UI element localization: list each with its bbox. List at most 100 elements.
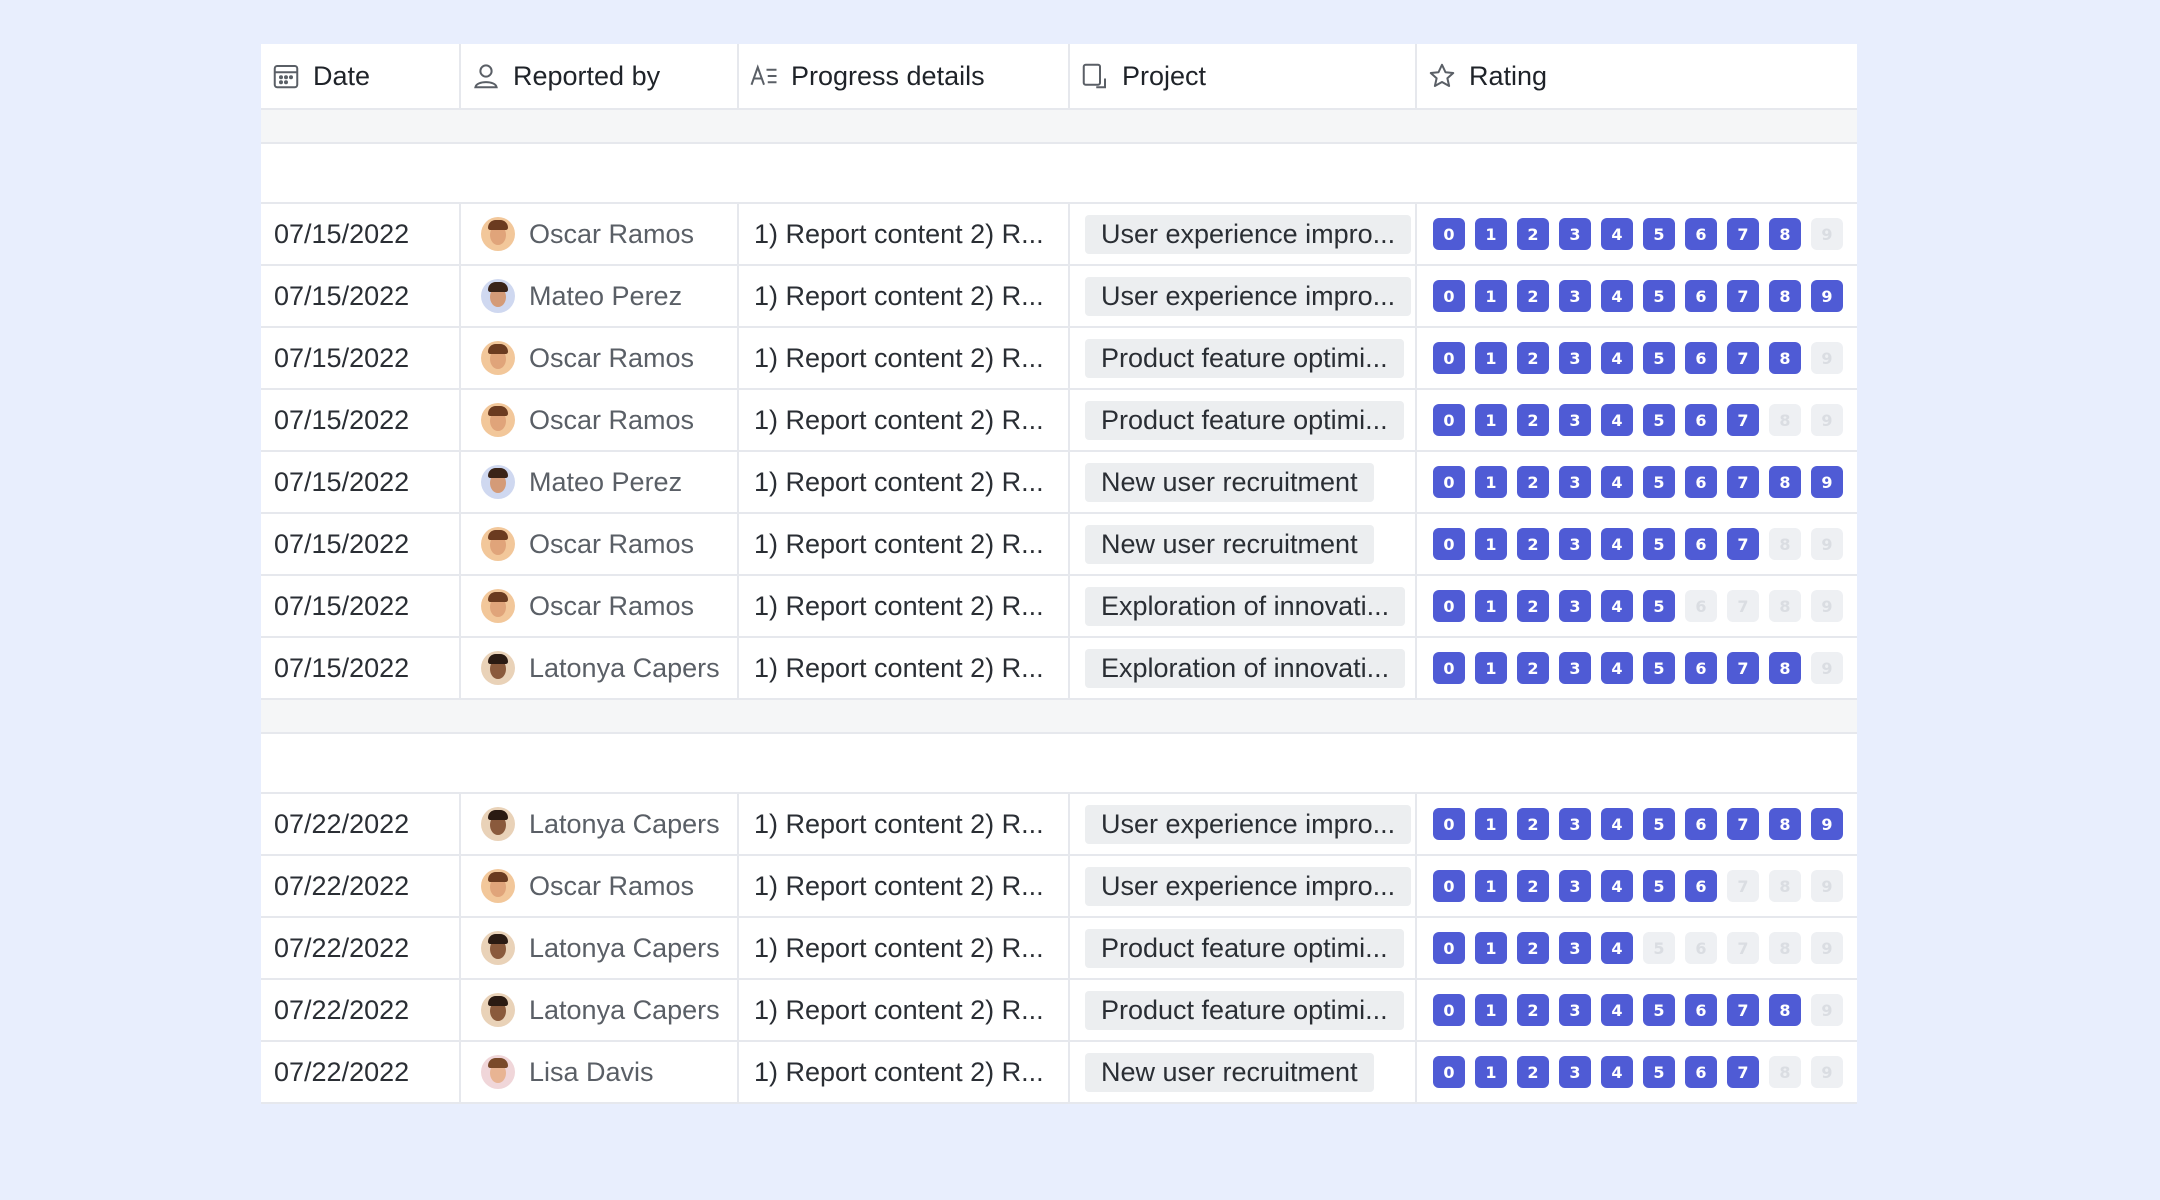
rating-box[interactable]: 9 <box>1811 932 1843 964</box>
project-cell[interactable]: Product feature optimi... <box>1070 980 1417 1040</box>
table-row[interactable]: 07/22/2022 Oscar Ramos 1) Report content 2… <box>261 856 1857 918</box>
rating-box[interactable]: 4 <box>1601 652 1633 684</box>
rating-box[interactable]: 8 <box>1769 994 1801 1026</box>
rating-box[interactable]: 2 <box>1517 1056 1549 1088</box>
rating-box[interactable]: 5 <box>1643 280 1675 312</box>
rating-cell[interactable]: 0123456789 <box>1417 328 1857 388</box>
rating-box[interactable]: 5 <box>1643 590 1675 622</box>
rating-box[interactable]: 6 <box>1685 218 1717 250</box>
rating-box[interactable]: 9 <box>1811 342 1843 374</box>
rating-cell[interactable]: 0123456789 <box>1417 514 1857 574</box>
rating-box[interactable]: 7 <box>1727 932 1759 964</box>
reported-by-cell[interactable]: Oscar Ramos <box>461 576 739 636</box>
table-row[interactable]: 07/22/2022 Lisa Davis 1) Report content 2)… <box>261 1042 1857 1104</box>
rating-box[interactable]: 5 <box>1643 932 1675 964</box>
project-cell[interactable]: Exploration of innovati... <box>1070 576 1417 636</box>
rating-box[interactable]: 4 <box>1601 404 1633 436</box>
column-header-date[interactable]: Date <box>261 44 461 108</box>
project-cell[interactable]: Product feature optimi... <box>1070 390 1417 450</box>
progress-cell[interactable]: 1) Report content 2) R... <box>739 980 1070 1040</box>
rating-cell[interactable]: 0123456789 <box>1417 856 1857 916</box>
rating-box[interactable]: 7 <box>1727 280 1759 312</box>
rating-box[interactable]: 4 <box>1601 1056 1633 1088</box>
rating-box[interactable]: 8 <box>1769 218 1801 250</box>
rating-box[interactable]: 0 <box>1433 1056 1465 1088</box>
date-cell[interactable]: 07/15/2022 <box>261 638 461 698</box>
rating-box[interactable]: 7 <box>1727 808 1759 840</box>
reported-by-cell[interactable]: Mateo Perez <box>461 452 739 512</box>
rating-box[interactable]: 6 <box>1685 404 1717 436</box>
rating-box[interactable]: 0 <box>1433 870 1465 902</box>
rating-box[interactable]: 6 <box>1685 652 1717 684</box>
rating-cell[interactable]: 0123456789 <box>1417 266 1857 326</box>
reported-by-cell[interactable]: Oscar Ramos <box>461 204 739 264</box>
table-row[interactable]: 07/15/2022 Oscar Ramos 1) Report content 2… <box>261 514 1857 576</box>
rating-box[interactable]: 1 <box>1475 280 1507 312</box>
project-cell[interactable]: User experience impro... <box>1070 266 1417 326</box>
date-cell[interactable]: 07/15/2022 <box>261 266 461 326</box>
progress-cell[interactable]: 1) Report content 2) R... <box>739 452 1070 512</box>
rating-box[interactable]: 8 <box>1769 528 1801 560</box>
rating-box[interactable]: 3 <box>1559 808 1591 840</box>
rating-cell[interactable]: 0123456789 <box>1417 638 1857 698</box>
rating-cell[interactable]: 0123456789 <box>1417 918 1857 978</box>
rating-box[interactable]: 0 <box>1433 280 1465 312</box>
rating-box[interactable]: 6 <box>1685 528 1717 560</box>
rating-cell[interactable]: 0123456789 <box>1417 452 1857 512</box>
rating-box[interactable]: 7 <box>1727 528 1759 560</box>
rating-box[interactable]: 2 <box>1517 528 1549 560</box>
reported-by-cell[interactable]: Oscar Ramos <box>461 328 739 388</box>
date-cell[interactable]: 07/22/2022 <box>261 856 461 916</box>
rating-box[interactable]: 3 <box>1559 1056 1591 1088</box>
progress-cell[interactable]: 1) Report content 2) R... <box>739 514 1070 574</box>
rating-box[interactable]: 7 <box>1727 1056 1759 1088</box>
rating-box[interactable]: 0 <box>1433 994 1465 1026</box>
rating-box[interactable]: 2 <box>1517 994 1549 1026</box>
rating-box[interactable]: 3 <box>1559 528 1591 560</box>
rating-box[interactable]: 2 <box>1517 466 1549 498</box>
progress-cell[interactable]: 1) Report content 2) R... <box>739 390 1070 450</box>
rating-box[interactable]: 1 <box>1475 932 1507 964</box>
rating-box[interactable]: 8 <box>1769 932 1801 964</box>
reported-by-cell[interactable]: Latonya Capers <box>461 918 739 978</box>
rating-cell[interactable]: 0123456789 <box>1417 980 1857 1040</box>
date-cell[interactable]: 07/15/2022 <box>261 452 461 512</box>
rating-box[interactable]: 2 <box>1517 218 1549 250</box>
rating-cell[interactable]: 0123456789 <box>1417 1042 1857 1102</box>
rating-box[interactable]: 1 <box>1475 590 1507 622</box>
date-cell[interactable]: 07/15/2022 <box>261 204 461 264</box>
rating-box[interactable]: 8 <box>1769 652 1801 684</box>
progress-cell[interactable]: 1) Report content 2) R... <box>739 918 1070 978</box>
rating-box[interactable]: 3 <box>1559 994 1591 1026</box>
rating-box[interactable]: 3 <box>1559 870 1591 902</box>
rating-box[interactable]: 8 <box>1769 1056 1801 1088</box>
rating-box[interactable]: 9 <box>1811 870 1843 902</box>
rating-box[interactable]: 7 <box>1727 652 1759 684</box>
rating-box[interactable]: 2 <box>1517 590 1549 622</box>
rating-box[interactable]: 2 <box>1517 652 1549 684</box>
rating-box[interactable]: 0 <box>1433 652 1465 684</box>
date-cell[interactable]: 07/15/2022 <box>261 390 461 450</box>
table-row[interactable]: 07/15/2022 Oscar Ramos 1) Report content 2… <box>261 204 1857 266</box>
rating-box[interactable]: 8 <box>1769 280 1801 312</box>
date-cell[interactable]: 07/15/2022 <box>261 514 461 574</box>
rating-box[interactable]: 7 <box>1727 870 1759 902</box>
date-cell[interactable]: 07/22/2022 <box>261 918 461 978</box>
date-cell[interactable]: 07/15/2022 <box>261 576 461 636</box>
rating-cell[interactable]: 0123456789 <box>1417 576 1857 636</box>
project-cell[interactable]: User experience impro... <box>1070 856 1417 916</box>
rating-box[interactable]: 5 <box>1643 652 1675 684</box>
rating-box[interactable]: 5 <box>1643 466 1675 498</box>
rating-box[interactable]: 7 <box>1727 466 1759 498</box>
rating-box[interactable]: 7 <box>1727 404 1759 436</box>
date-cell[interactable]: 07/15/2022 <box>261 328 461 388</box>
progress-cell[interactable]: 1) Report content 2) R... <box>739 576 1070 636</box>
project-cell[interactable]: Product feature optimi... <box>1070 918 1417 978</box>
table-row[interactable]: 07/15/2022 Oscar Ramos 1) Report content 2… <box>261 328 1857 390</box>
date-cell[interactable]: 07/22/2022 <box>261 794 461 854</box>
rating-box[interactable]: 5 <box>1643 218 1675 250</box>
rating-box[interactable]: 6 <box>1685 870 1717 902</box>
rating-box[interactable]: 4 <box>1601 218 1633 250</box>
rating-box[interactable]: 3 <box>1559 932 1591 964</box>
project-cell[interactable]: Product feature optimi... <box>1070 328 1417 388</box>
